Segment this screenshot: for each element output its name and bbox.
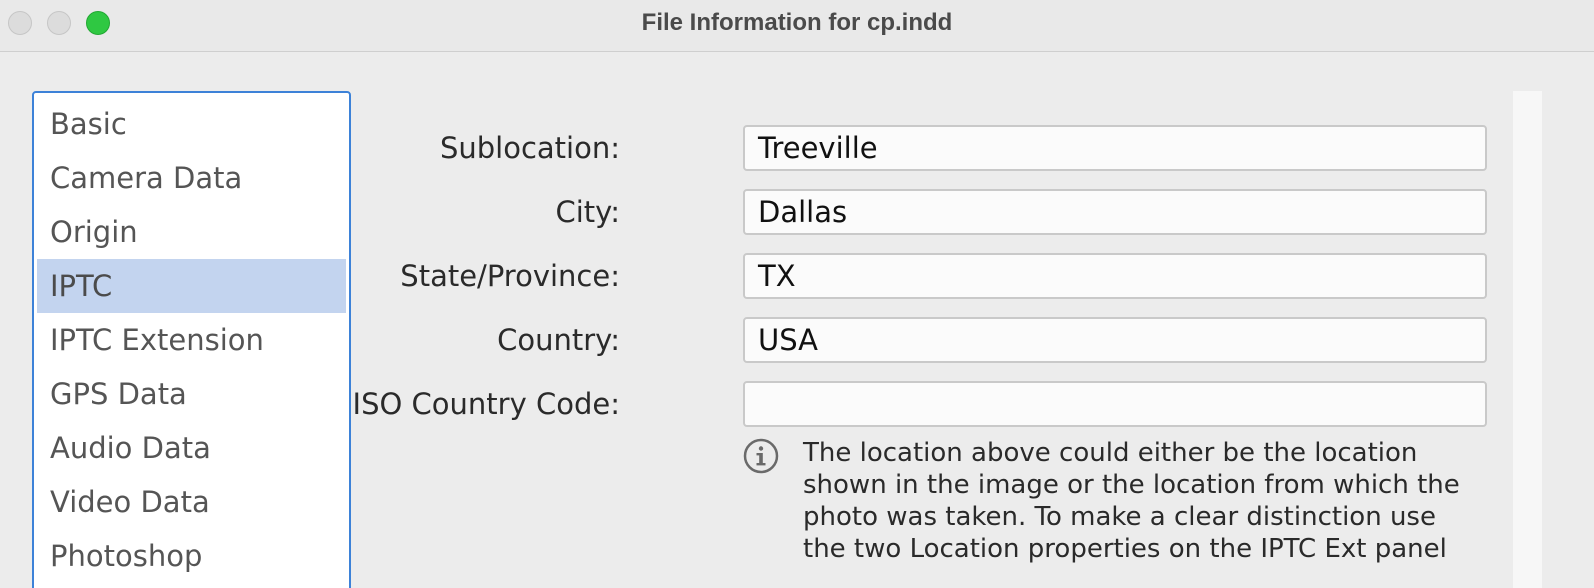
info-line-1: The location above could either be the l… <box>803 438 1418 468</box>
info-line-4: the two Location properties on the IPTC … <box>803 534 1447 564</box>
sublocation-row: Sublocation: Treeville <box>0 125 1500 171</box>
iso-country-code-label: ISO Country Code: <box>352 387 620 421</box>
state-province-row: State/Province: TX <box>0 253 1500 299</box>
country-label: Country: <box>497 323 620 357</box>
title-bar: File Information for cp.indd <box>0 0 1594 52</box>
iso-country-code-input[interactable] <box>743 381 1487 427</box>
state-province-label: State/Province: <box>400 259 620 293</box>
info-line-3: photo was taken. To make a clear distinc… <box>803 502 1436 532</box>
category-item-video-data[interactable]: Video Data <box>37 475 346 529</box>
state-province-input[interactable]: TX <box>743 253 1487 299</box>
country-input[interactable]: USA <box>743 317 1487 363</box>
info-line-2: shown in the image or the location from … <box>803 470 1460 500</box>
sublocation-label: Sublocation: <box>439 131 620 165</box>
scrollbar-track[interactable] <box>1513 91 1542 588</box>
window-title: File Information for cp.indd <box>641 9 953 36</box>
info-circle-icon <box>743 438 779 474</box>
sublocation-input[interactable]: Treeville <box>743 125 1487 171</box>
location-info-text: The location above could either be the l… <box>803 437 1503 565</box>
city-input[interactable]: Dallas <box>743 189 1487 235</box>
country-row: Country: USA <box>0 317 1500 363</box>
iso-country-code-row: ISO Country Code: <box>0 381 1500 427</box>
category-item-audio-data[interactable]: Audio Data <box>37 421 346 475</box>
city-label: City: <box>555 195 621 229</box>
dialog-content: Basic Camera Data Origin IPTC IPTC Exten… <box>0 53 1594 588</box>
category-item-photoshop[interactable]: Photoshop <box>37 529 346 583</box>
city-row: City: Dallas <box>0 189 1500 235</box>
